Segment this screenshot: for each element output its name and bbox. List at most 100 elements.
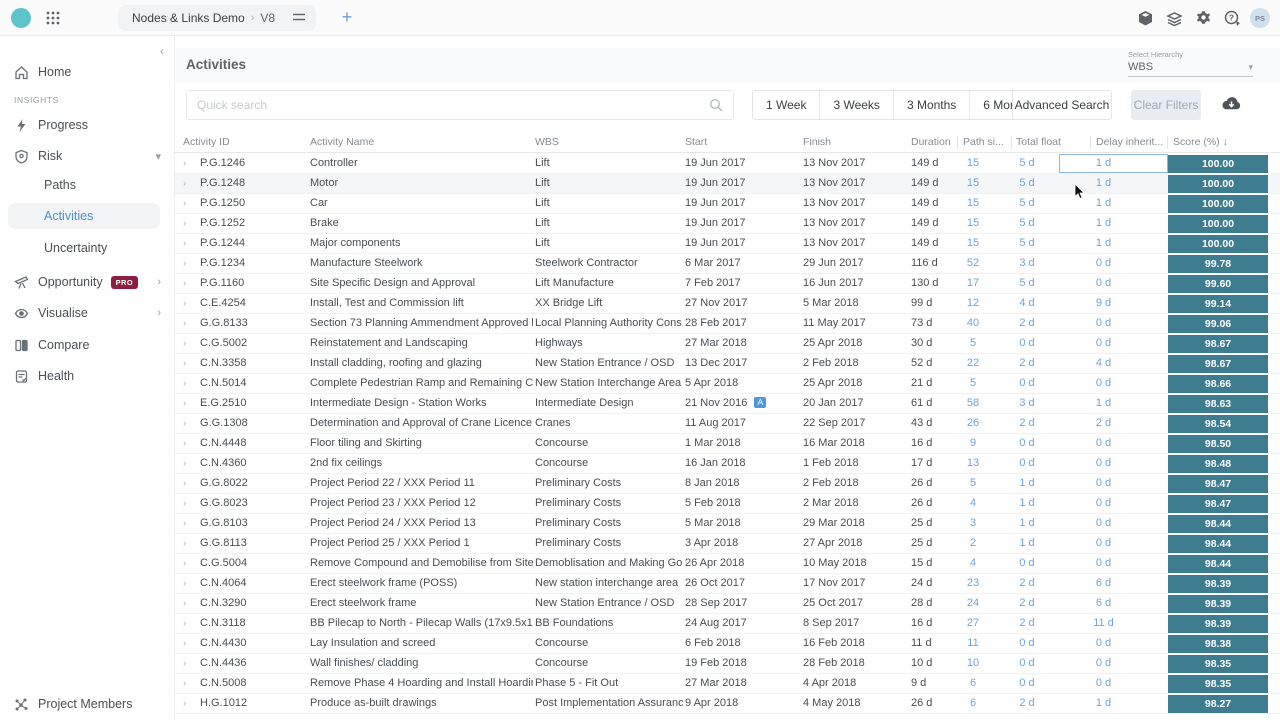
clear-filters-button[interactable]: Clear Filters [1131, 90, 1201, 120]
cell-delay-inherit-link[interactable]: 1 d [1059, 214, 1168, 233]
cell-path-size-link[interactable]: 6 [951, 694, 995, 713]
cell-path-size-link[interactable]: 15 [951, 234, 995, 253]
table-row[interactable]: › G.G.1308 Determination and Approval of C… [175, 414, 1280, 434]
sidebar-item-activities[interactable]: Activities [8, 203, 160, 229]
cell-total-float-link[interactable]: 0 d [995, 554, 1059, 573]
range-1-week[interactable]: 1 Week [753, 91, 821, 119]
cell-total-float-link[interactable]: 2 d [995, 594, 1059, 613]
row-expander-icon[interactable]: › [175, 554, 198, 573]
table-row[interactable]: › H.G.1012 Produce as-built drawings Post I… [175, 694, 1280, 714]
cell-delay-inherit-link[interactable]: 0 d [1059, 454, 1168, 473]
cell-total-float-link[interactable]: 3 d [995, 394, 1059, 413]
table-row[interactable]: › C.N.4436 Wall finishes/ cladding Concours… [175, 654, 1280, 674]
table-row[interactable]: › G.G.8022 Project Period 22 / XXX Period … [175, 474, 1280, 494]
cell-total-float-link[interactable]: 0 d [995, 654, 1059, 673]
col-score[interactable]: Score (%) ↓ [1173, 136, 1228, 148]
cell-total-float-link[interactable]: 5 d [995, 274, 1059, 293]
sort-desc-icon[interactable]: ↓ [1223, 136, 1228, 148]
cell-delay-inherit-link[interactable]: 0 d [1059, 674, 1168, 693]
help-icon[interactable]: ? [1224, 10, 1241, 27]
cell-path-size-link[interactable]: 13 [951, 454, 995, 473]
table-row[interactable]: › C.G.5004 Remove Compound and Demobilise … [175, 554, 1280, 574]
col-wbs[interactable]: WBS [535, 136, 559, 148]
col-total-float[interactable]: Total float [1016, 136, 1061, 148]
cell-total-float-link[interactable]: 0 d [995, 634, 1059, 653]
row-expander-icon[interactable]: › [175, 394, 198, 413]
sidebar-collapse-icon[interactable]: ‹ [160, 44, 164, 58]
hierarchy-select[interactable]: WBS ▾ [1128, 59, 1253, 77]
cell-path-size-link[interactable]: 23 [951, 574, 995, 593]
project-tab[interactable]: Nodes & Links Demo › V8 [118, 5, 316, 31]
cell-path-size-link[interactable]: 3 [951, 514, 995, 533]
cell-path-size-link[interactable]: 24 [951, 594, 995, 613]
range-3-weeks[interactable]: 3 Weeks [820, 91, 894, 119]
cell-delay-inherit-link[interactable]: 1 d [1059, 694, 1168, 713]
cell-delay-inherit-link[interactable]: 0 d [1059, 554, 1168, 573]
row-expander-icon[interactable]: › [175, 494, 198, 513]
cell-total-float-link[interactable]: 0 d [995, 334, 1059, 353]
row-expander-icon[interactable]: › [175, 474, 198, 493]
chevron-down-icon[interactable]: ▾ [155, 150, 161, 163]
table-row[interactable]: › P.G.1244 Major components Lift 19 Jun 2017… [175, 234, 1280, 254]
row-expander-icon[interactable]: › [175, 534, 198, 553]
table-row[interactable]: › P.G.1160 Site Specific Design and Approv… [175, 274, 1280, 294]
col-finish[interactable]: Finish [803, 136, 831, 148]
row-expander-icon[interactable]: › [175, 254, 198, 273]
row-expander-icon[interactable]: › [175, 274, 198, 293]
cell-total-float-link[interactable]: 5 d [995, 214, 1059, 233]
cell-delay-inherit-link[interactable]: 0 d [1059, 274, 1168, 293]
table-row[interactable]: › G.G.8023 Project Period 23 / XXX Period … [175, 494, 1280, 514]
col-activity-name[interactable]: Activity Name [310, 136, 374, 148]
table-row[interactable]: › C.N.5008 Remove Phase 4 Hoarding and Ins… [175, 674, 1280, 694]
cell-path-size-link[interactable]: 15 [951, 174, 995, 193]
cell-path-size-link[interactable]: 15 [951, 214, 995, 233]
cell-total-float-link[interactable]: 5 d [995, 174, 1059, 193]
cell-total-float-link[interactable]: 2 d [995, 354, 1059, 373]
table-row[interactable]: › C.N.3358 Install cladding, roofing and g… [175, 354, 1280, 374]
table-row[interactable]: › C.N.4360 2nd fix ceilings Concourse 16 Jan… [175, 454, 1280, 474]
cell-path-size-link[interactable]: 12 [951, 294, 995, 313]
settings-gear-icon[interactable] [1195, 10, 1212, 27]
cell-delay-inherit-link[interactable]: 1 d [1059, 194, 1168, 213]
sidebar-item-paths[interactable]: Paths [0, 172, 175, 198]
cell-path-size-link[interactable]: 52 [951, 254, 995, 273]
cell-path-size-link[interactable]: 15 [951, 154, 995, 173]
cell-path-size-link[interactable]: 11 [951, 634, 995, 653]
row-expander-icon[interactable]: › [175, 574, 198, 593]
table-row[interactable]: › P.G.1248 Motor Lift 19 Jun 2017 13 Nov 2017… [175, 174, 1280, 194]
row-expander-icon[interactable]: › [175, 374, 198, 393]
table-row[interactable]: › C.N.3118 BB Pilecap to North - Pilecap W… [175, 614, 1280, 634]
cell-delay-inherit-link[interactable]: 1 d [1059, 154, 1168, 173]
cell-delay-inherit-link[interactable]: 6 d [1059, 594, 1168, 613]
col-path-size[interactable]: Path si... [963, 136, 1004, 148]
table-row[interactable]: › G.G.8113 Project Period 25 / XXX Period … [175, 534, 1280, 554]
table-row[interactable]: › P.G.1234 Manufacture Steelwork Steelwork … [175, 254, 1280, 274]
package-icon[interactable] [1137, 10, 1154, 27]
col-start[interactable]: Start [685, 136, 707, 148]
cell-total-float-link[interactable]: 1 d [995, 474, 1059, 493]
row-expander-icon[interactable]: › [175, 214, 198, 233]
cell-total-float-link[interactable]: 0 d [995, 454, 1059, 473]
cell-delay-inherit-link[interactable]: 0 d [1059, 254, 1168, 273]
cell-total-float-link[interactable]: 0 d [995, 674, 1059, 693]
cell-path-size-link[interactable]: 2 [951, 534, 995, 553]
cell-total-float-link[interactable]: 5 d [995, 194, 1059, 213]
table-row[interactable]: › C.G.5002 Reinstatement and Landscaping Hi… [175, 334, 1280, 354]
cell-total-float-link[interactable]: 2 d [995, 574, 1059, 593]
sidebar-item-progress[interactable]: Progress [0, 112, 175, 138]
row-expander-icon[interactable]: › [175, 414, 198, 433]
row-expander-icon[interactable]: › [175, 334, 198, 353]
row-expander-icon[interactable]: › [175, 654, 198, 673]
cell-total-float-link[interactable]: 1 d [995, 534, 1059, 553]
row-expander-icon[interactable]: › [175, 694, 198, 713]
cell-delay-inherit-link[interactable]: 0 d [1059, 654, 1168, 673]
cell-delay-inherit-link[interactable]: 2 d [1059, 414, 1168, 433]
row-expander-icon[interactable]: › [175, 434, 198, 453]
table-row[interactable]: › G.G.8103 Project Period 24 / XXX Period … [175, 514, 1280, 534]
sidebar-item-project-members[interactable]: Project Members [0, 691, 175, 717]
range-3-months[interactable]: 3 Months [894, 91, 971, 119]
cell-path-size-link[interactable]: 40 [951, 314, 995, 333]
row-expander-icon[interactable]: › [175, 294, 198, 313]
cell-path-size-link[interactable]: 9 [951, 434, 995, 453]
cell-total-float-link[interactable]: 2 d [995, 694, 1059, 713]
